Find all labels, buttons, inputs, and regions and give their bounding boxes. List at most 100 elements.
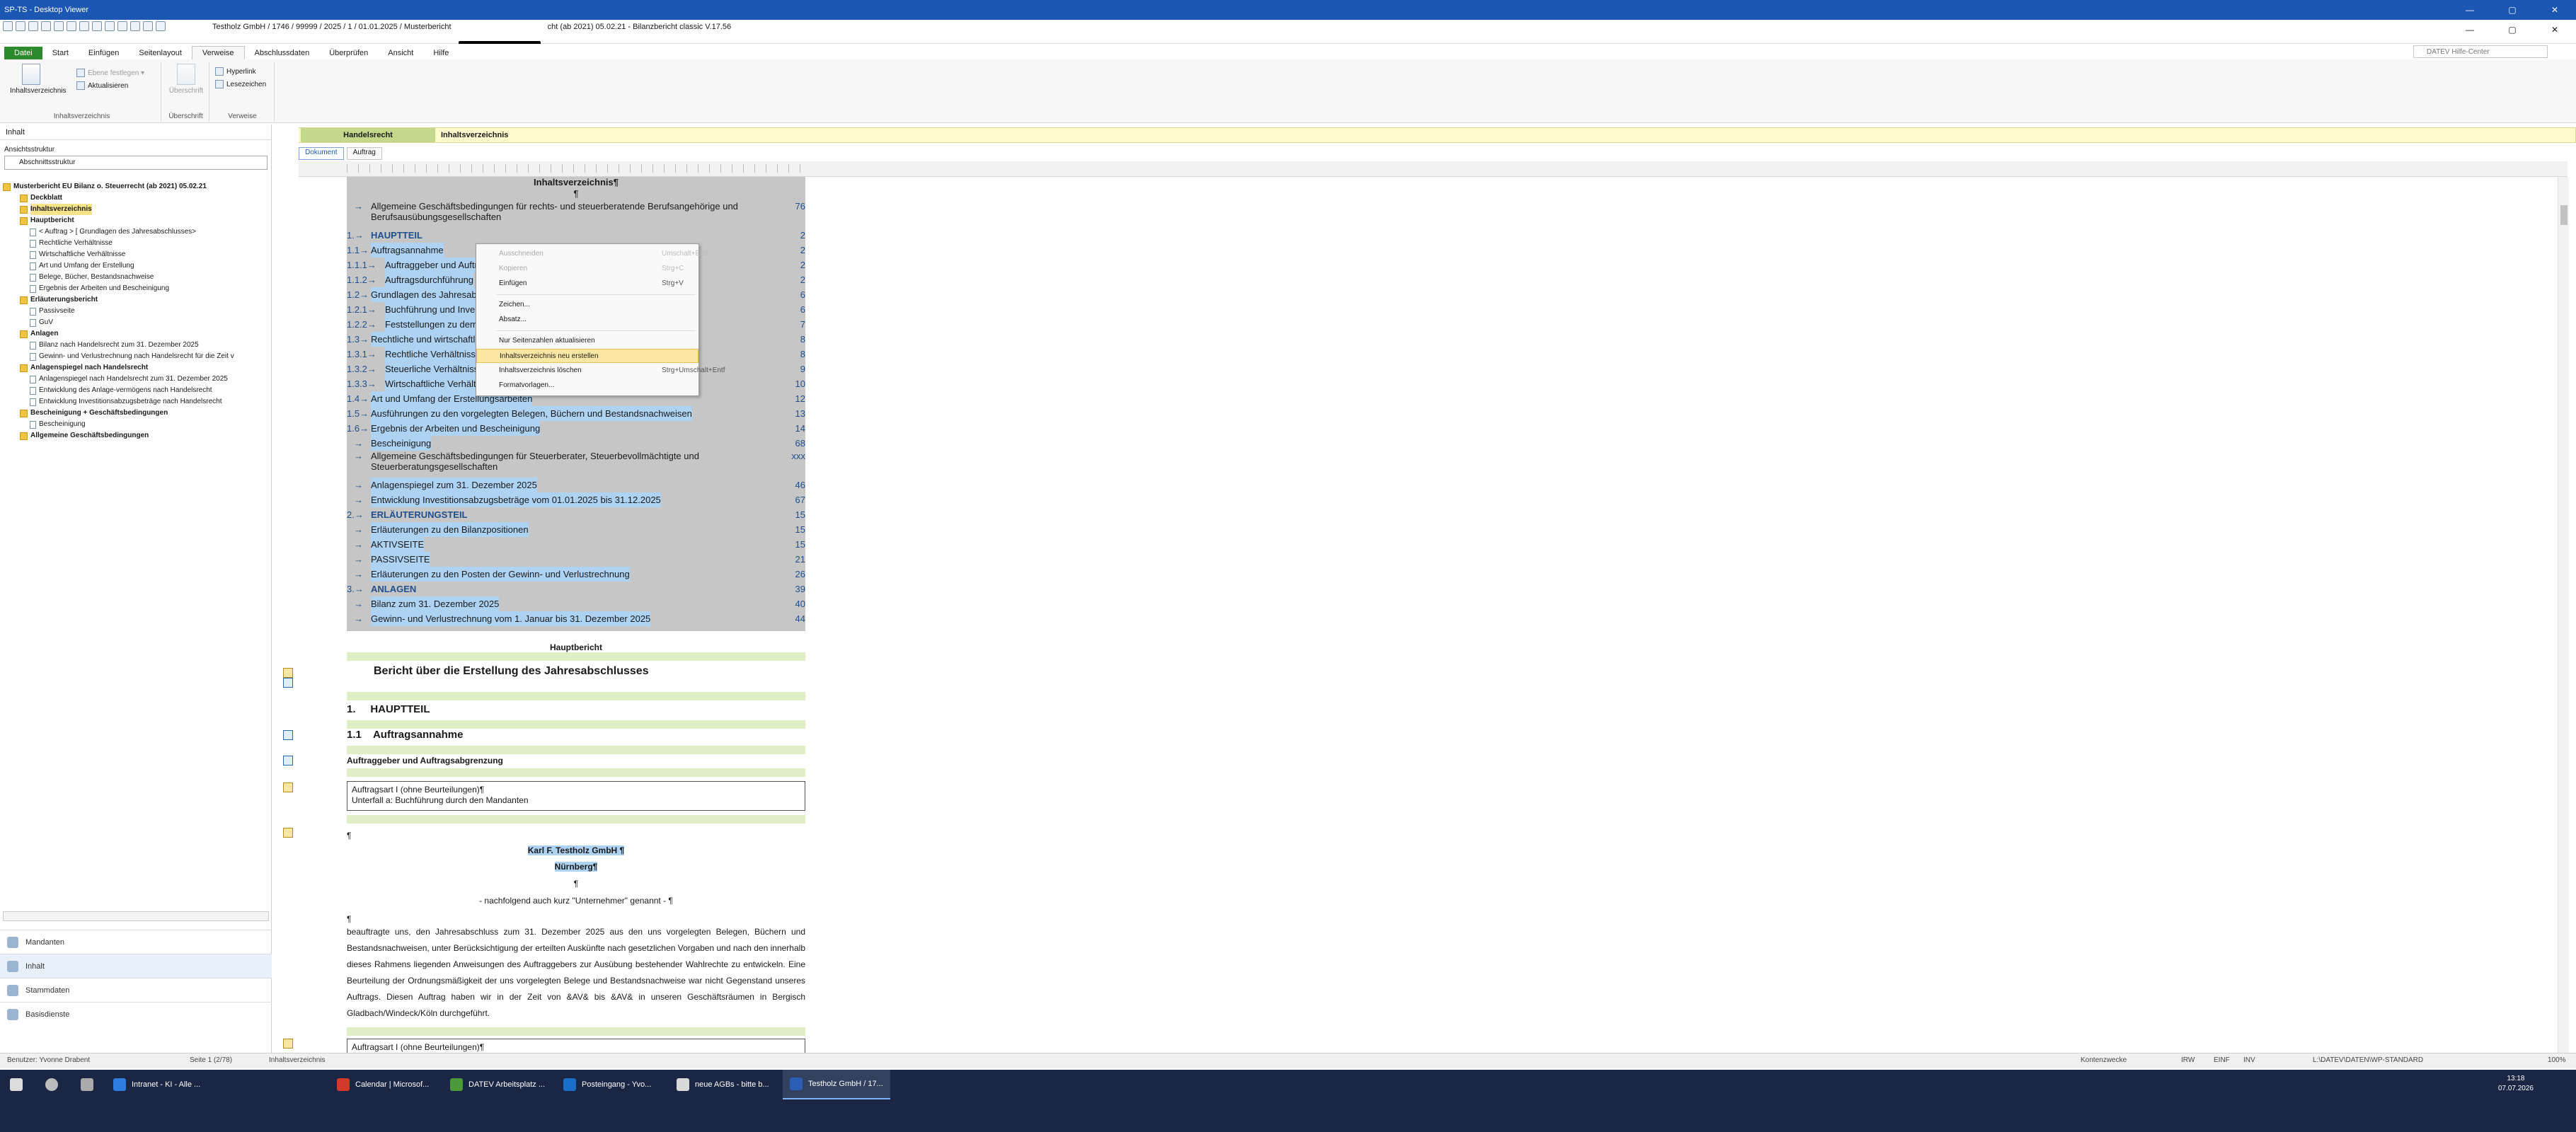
search-icon[interactable] [45, 1078, 58, 1091]
heading-button[interactable]: Überschrift [166, 64, 207, 95]
menu-item[interactable]: Absatz... [476, 313, 698, 327]
tree-node[interactable]: Wirtschaftliche Verhältnisse [3, 249, 269, 260]
text-box-auftragsart[interactable]: Auftragsart I (ohne Beurteilungen)¶ Unte… [347, 781, 805, 811]
new-icon[interactable] [41, 21, 51, 31]
tab-datei[interactable]: Datei [4, 47, 42, 59]
toc-line[interactable]: → Anlagenspiegel zum 31. Dezember 2025 46 [347, 478, 805, 492]
app-restore-button[interactable]: ▢ [2491, 22, 2534, 37]
menu-item[interactable]: Inhaltsverzeichnis neu erstellen [476, 349, 698, 363]
breadcrumb-right[interactable]: Inhaltsverzeichnis [437, 128, 2575, 142]
toc-line[interactable]: 3.→ ANLAGEN 39 [347, 582, 805, 596]
toc-line[interactable]: 1.5→ Ausführungen zu den vorgelegten Bele… [347, 406, 805, 421]
tree-node[interactable]: Entwicklung Investitionsabzugsbeträge na… [3, 396, 269, 408]
update-button[interactable]: Aktualisieren [76, 79, 144, 92]
lock-icon[interactable] [283, 828, 293, 838]
toc-line[interactable]: → Entwicklung Investitionsabzugsbeträge v… [347, 492, 805, 507]
structure-select[interactable]: Abschnittsstruktur [4, 156, 268, 170]
tab-seitenlayout[interactable]: Seitenlayout [129, 47, 192, 59]
toc-line[interactable]: → Erläuterungen zu den Bilanzpositionen 15 [347, 522, 805, 537]
hyperlink-button[interactable]: Hyperlink [215, 65, 266, 78]
lock-icon[interactable] [283, 1039, 293, 1049]
menu-item[interactable]: Kopieren Strg+C [476, 262, 698, 276]
tab-ansicht[interactable]: Ansicht [378, 47, 423, 59]
menu-item[interactable]: Ausschneiden Umschalt+Entf [476, 247, 708, 261]
help-search-input[interactable] [2413, 45, 2548, 58]
tree-node[interactable]: Gewinn- und Verlustrechnung nach Handels… [3, 351, 269, 362]
app-icon[interactable] [3, 21, 13, 31]
system-clock[interactable]: 13:18 07.07.2026 [2498, 1074, 2534, 1094]
info-icon[interactable] [283, 730, 293, 740]
tree-node[interactable]: Belege, Bücher, Bestandsnachweise [3, 272, 269, 283]
taskbar-item[interactable]: Testholz GmbH / 17... [783, 1070, 890, 1099]
tree-node[interactable]: Musterbericht EU Bilanz o. Steuerrecht (… [3, 181, 269, 192]
taskbar-item[interactable]: Intranet - KI - Alle ... [106, 1070, 207, 1099]
toc-line[interactable]: → AKTIVSEITE 15 [347, 537, 805, 552]
export-icon[interactable] [143, 21, 153, 31]
toc-line[interactable]: → PASSIVSEITE 21 [347, 552, 805, 567]
toc-line[interactable]: → Bescheinigung 68 [347, 436, 805, 451]
task-view-icon[interactable] [81, 1078, 93, 1091]
tree-node[interactable]: Bilanz nach Handelsrecht zum 31. Dezembe… [3, 340, 269, 351]
open-icon[interactable] [54, 21, 64, 31]
tree-node[interactable]: Inhaltsverzeichnis [3, 204, 269, 215]
menu-item[interactable]: Einfügen Strg+V [476, 277, 698, 291]
copy-icon[interactable] [105, 21, 115, 31]
tree-node[interactable]: Bescheinigung + Geschäftsbedingungen [3, 408, 269, 419]
tree-node[interactable]: Art und Umfang der Erstellung [3, 260, 269, 272]
scroll-thumb[interactable] [2560, 205, 2568, 225]
nav-basisdienste[interactable]: Basisdienste [0, 1002, 272, 1026]
taskbar-item[interactable]: neue AGBs - bitte b... [669, 1070, 776, 1099]
table-icon[interactable] [130, 21, 140, 31]
toc-line[interactable]: → Allgemeine Geschäftsbedingungen für Ste… [347, 451, 805, 475]
toc-line[interactable]: → Gewinn- und Verlustrechnung vom 1. Janu… [347, 611, 805, 626]
preview-icon[interactable] [92, 21, 102, 31]
toc-line[interactable]: → Allgemeine Geschäftsbedingungen für rec… [347, 201, 805, 225]
tree-node[interactable]: Passivseite [3, 306, 269, 317]
tree-horizontal-scrollbar[interactable] [3, 911, 269, 921]
tab-dokument[interactable]: Dokument [299, 147, 344, 160]
tab-auftrag[interactable]: Auftrag [346, 147, 382, 160]
level-button[interactable]: Ebene festlegen ▾ [76, 67, 144, 79]
app-close-button[interactable]: ✕ [2534, 22, 2576, 37]
taskbar-item[interactable]: Posteingang - Yvo... [556, 1070, 658, 1099]
nav-inhalt[interactable]: Inhalt [0, 954, 272, 978]
tree-node[interactable]: Anlagenspiegel nach Handelsrecht zum 31.… [3, 374, 269, 385]
lock-icon[interactable] [283, 782, 293, 792]
nav-stammdaten[interactable]: Stammdaten [0, 978, 272, 1002]
tab-start[interactable]: Start [42, 47, 79, 59]
tree-node[interactable]: Hauptbericht [3, 215, 269, 226]
taskbar-item[interactable]: Calendar | Microsof... [330, 1070, 436, 1099]
menu-item[interactable]: Zeichen... [476, 298, 698, 312]
nav-mandanten[interactable]: Mandanten [0, 930, 272, 954]
menu-item[interactable]: Formatvorlagen... [476, 379, 698, 393]
tree-node[interactable]: Allgemeine Geschäftsbedingungen [3, 430, 269, 441]
undo-icon[interactable] [16, 21, 25, 31]
toc-line[interactable]: 1.→ HAUPTTEIL 2 [347, 228, 805, 243]
tab-abschlussdaten[interactable]: Abschlussdaten [245, 47, 320, 59]
tree-node[interactable]: Ergebnis der Arbeiten und Bescheinigung [3, 283, 269, 294]
toc-line[interactable]: 1.6→ Ergebnis der Arbeiten und Bescheinig… [347, 421, 805, 436]
tree-node[interactable]: Rechtliche Verhältnisse [3, 238, 269, 249]
bookmark-button[interactable]: Lesezeichen [215, 78, 266, 91]
status-zoom[interactable]: 100% [2548, 1056, 2566, 1064]
tab-verweise[interactable]: Verweise [191, 46, 245, 59]
info-icon[interactable] [283, 756, 293, 766]
tab-einfuegen[interactable]: Einfügen [79, 47, 129, 59]
toc-line[interactable]: 2.→ ERLÄUTERUNGSTEIL 15 [347, 507, 805, 522]
dropdown-icon[interactable] [156, 21, 166, 31]
tree-node[interactable]: Bescheinigung [3, 419, 269, 430]
menu-item[interactable]: Nur Seitenzahlen aktualisieren [476, 334, 698, 348]
tab-hilfe[interactable]: Hilfe [423, 47, 459, 59]
toc-line[interactable]: → Erläuterungen zu den Posten der Gewinn-… [347, 567, 805, 582]
tree-node[interactable]: Anlagen [3, 328, 269, 340]
redo-icon[interactable] [28, 21, 38, 31]
app-minimize-button[interactable]: — [2449, 22, 2491, 37]
tree-node[interactable]: Erläuterungsbericht [3, 294, 269, 306]
tree-node[interactable]: < Auftrag > [ Grundlagen des Jahresabsch… [3, 226, 269, 238]
tree-node[interactable]: Anlagenspiegel nach Handelsrecht [3, 362, 269, 374]
save-icon[interactable] [67, 21, 76, 31]
start-icon[interactable] [10, 1078, 23, 1091]
lock-icon[interactable] [283, 668, 293, 678]
minimize-button[interactable]: — [2449, 0, 2491, 20]
maximize-button[interactable]: ▢ [2491, 0, 2534, 20]
